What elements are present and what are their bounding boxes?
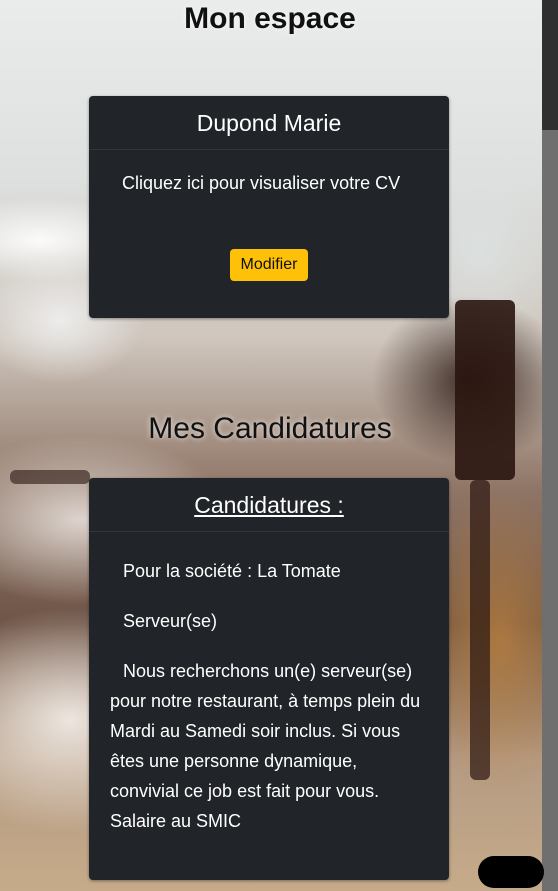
background-decor (455, 300, 515, 480)
job-description: Nous recherchons un(e) serveur(se) pour … (110, 661, 421, 831)
applications-header-text: Candidatures : (194, 492, 344, 518)
background-decor (10, 470, 90, 484)
applications-card: Candidatures : Pour la société : La Toma… (89, 478, 449, 880)
scrollbar[interactable] (542, 0, 558, 891)
modify-button[interactable]: Modifier (229, 249, 309, 281)
company-name: Pour la société : La Tomate (123, 561, 341, 581)
view-cv-link[interactable]: Cliquez ici pour visualiser votre CV (122, 173, 400, 193)
profile-card: Dupond Marie Cliquez ici pour visualiser… (89, 96, 449, 318)
profile-name: Dupond Marie (89, 96, 449, 150)
applications-card-header: Candidatures : (89, 478, 449, 532)
floating-widget[interactable] (478, 856, 544, 888)
scrollbar-thumb[interactable] (542, 0, 558, 130)
position-title: Serveur(se) (123, 611, 218, 631)
background-decor (470, 480, 490, 780)
applications-title: Mes Candidatures (148, 412, 392, 445)
page-title: Mon espace (184, 2, 356, 35)
